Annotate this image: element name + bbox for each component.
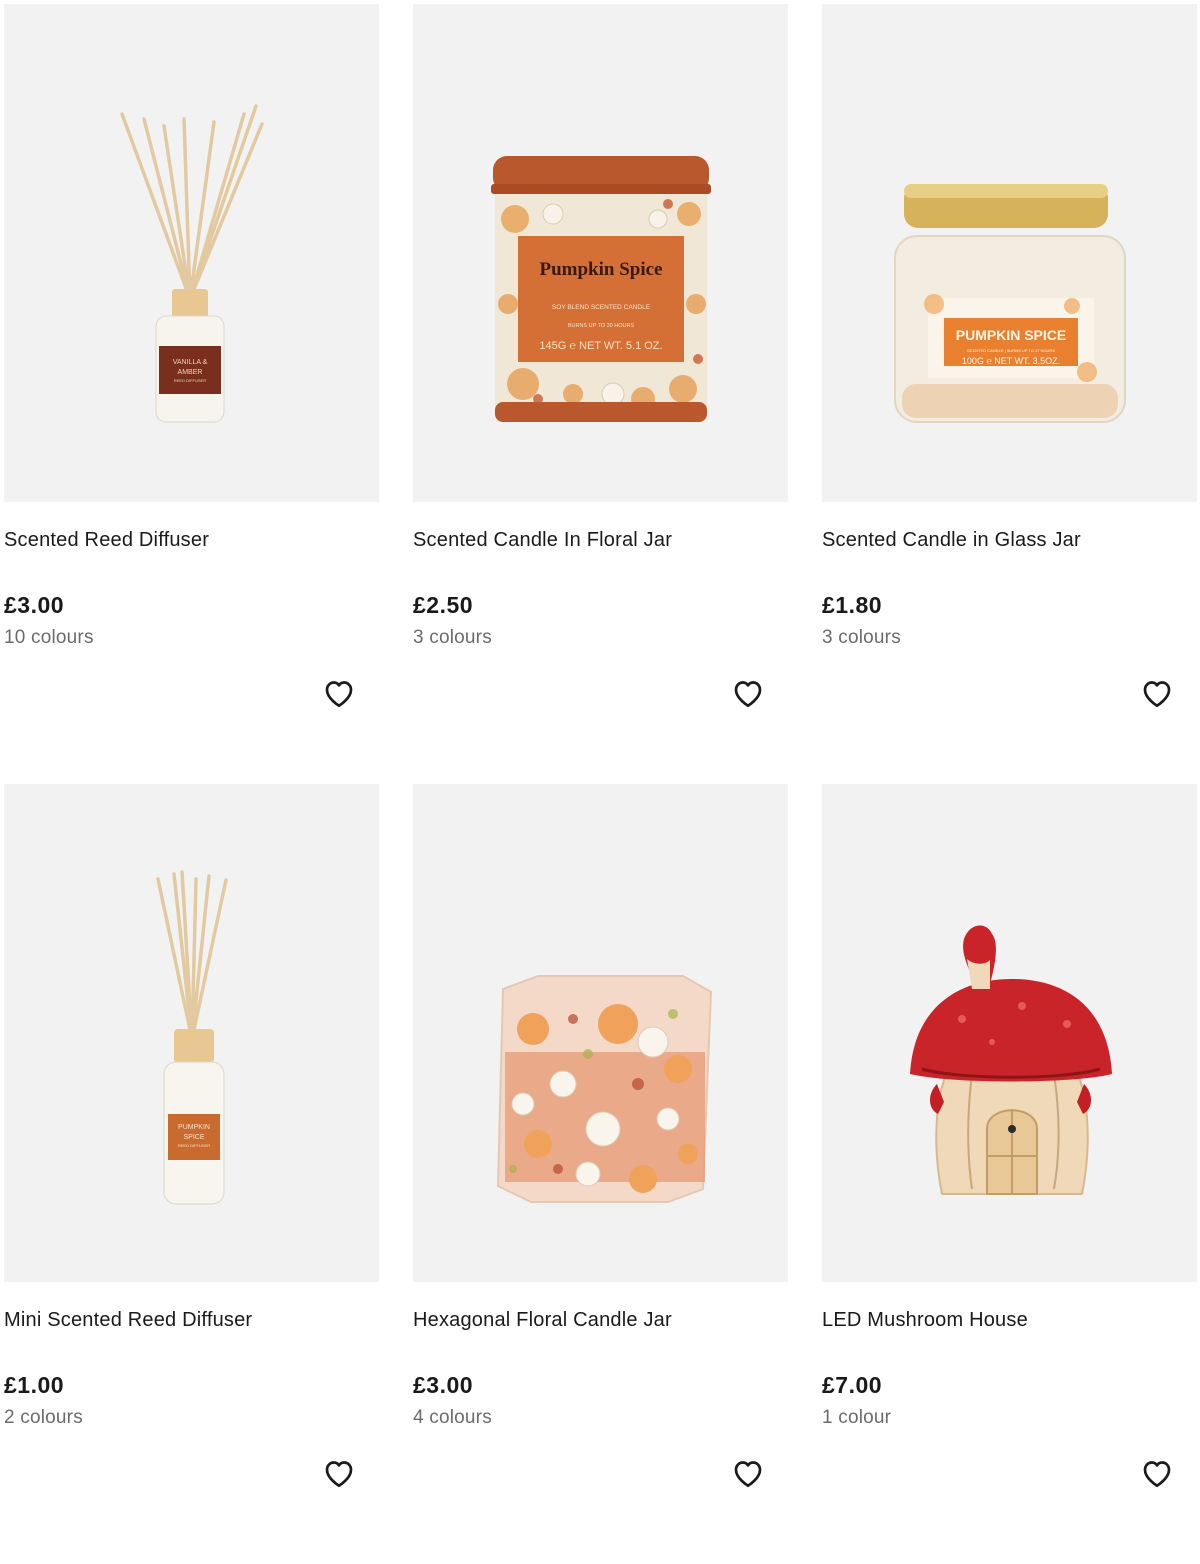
label-line-3: REED DIFFUSER bbox=[178, 1143, 210, 1148]
favourite-button[interactable] bbox=[730, 675, 766, 711]
product-card[interactable]: PUMPKIN SPICE REED DIFFUSER Mini Scented… bbox=[4, 784, 379, 1564]
heart-outline-icon bbox=[734, 681, 762, 708]
product-price: £2.50 bbox=[413, 592, 474, 618]
favourite-button[interactable] bbox=[1139, 1455, 1175, 1491]
product-price: £7.00 bbox=[822, 1372, 883, 1398]
product-name[interactable]: Scented Candle In Floral Jar bbox=[413, 527, 672, 553]
product-name[interactable]: Mini Scented Reed Diffuser bbox=[4, 1307, 252, 1333]
label-weight: 145G ℮ NET WT. 5.1 OZ. bbox=[539, 340, 662, 352]
product-name[interactable]: Scented Reed Diffuser bbox=[4, 527, 209, 553]
product-image-reed-diffuser[interactable]: VANILLA & AMBER REED DIFFUSER bbox=[4, 4, 379, 502]
product-image-mushroom-house[interactable] bbox=[822, 784, 1197, 1282]
product-name[interactable]: Scented Candle in Glass Jar bbox=[822, 527, 1081, 553]
label-subtitle: SCENTED CANDLE | BURNS UP TO 17 HOURS bbox=[967, 348, 1055, 353]
heart-outline-icon bbox=[734, 1461, 762, 1488]
label-subtitle: SOY BLEND SCENTED CANDLE bbox=[552, 304, 651, 311]
product-colours: 1 colour bbox=[822, 1407, 892, 1428]
product-image-tin-candle[interactable]: Pumpkin Spice SOY BLEND SCENTED CANDLE B… bbox=[413, 4, 788, 502]
label-line-2: SPICE bbox=[183, 1134, 204, 1141]
product-colours: 3 colours bbox=[413, 627, 492, 648]
product-price: £3.00 bbox=[4, 592, 65, 618]
product-price: £3.00 bbox=[413, 1372, 474, 1398]
label-line-2: AMBER bbox=[178, 369, 203, 376]
product-colours: 2 colours bbox=[4, 1407, 83, 1428]
product-card[interactable]: VANILLA & AMBER REED DIFFUSER Scented Re… bbox=[4, 4, 379, 784]
product-price: £1.80 bbox=[822, 592, 883, 618]
favourite-button[interactable] bbox=[321, 1455, 357, 1491]
heart-outline-icon bbox=[325, 1461, 353, 1488]
label-line-1: PUMPKIN bbox=[178, 1124, 210, 1131]
heart-outline-icon bbox=[1143, 1461, 1171, 1488]
product-card[interactable]: Hexagonal Floral Candle Jar £3.00 4 colo… bbox=[413, 784, 788, 1564]
heart-outline-icon bbox=[325, 681, 353, 708]
product-name[interactable]: LED Mushroom House bbox=[822, 1307, 1028, 1333]
product-colours: 3 colours bbox=[822, 627, 901, 648]
heart-outline-icon bbox=[1143, 681, 1171, 708]
product-card[interactable]: Pumpkin Spice SOY BLEND SCENTED CANDLE B… bbox=[413, 4, 788, 784]
product-image-glass-jar-candle[interactable]: PUMPKIN SPICE SCENTED CANDLE | BURNS UP … bbox=[822, 4, 1197, 502]
product-grid: VANILLA & AMBER REED DIFFUSER Scented Re… bbox=[4, 4, 1198, 1564]
label-title: PUMPKIN SPICE bbox=[956, 327, 1066, 343]
product-card[interactable]: LED Mushroom House £7.00 1 colour bbox=[822, 784, 1197, 1564]
label-title: Pumpkin Spice bbox=[539, 259, 662, 280]
product-name[interactable]: Hexagonal Floral Candle Jar bbox=[413, 1307, 672, 1333]
label-line-3: REED DIFFUSER bbox=[174, 378, 206, 383]
product-image-hexagonal-candle[interactable] bbox=[413, 784, 788, 1282]
product-colours: 10 colours bbox=[4, 627, 94, 648]
label-weight: 100G ℮ NET WT. 3.5OZ. bbox=[962, 356, 1060, 366]
product-price: £1.00 bbox=[4, 1372, 65, 1398]
label-line-1: VANILLA & bbox=[173, 359, 208, 366]
product-colours: 4 colours bbox=[413, 1407, 492, 1428]
favourite-button[interactable] bbox=[730, 1455, 766, 1491]
product-image-mini-reed-diffuser[interactable]: PUMPKIN SPICE REED DIFFUSER bbox=[4, 784, 379, 1282]
label-burn: BURNS UP TO 30 HOURS bbox=[568, 323, 635, 329]
product-card[interactable]: PUMPKIN SPICE SCENTED CANDLE | BURNS UP … bbox=[822, 4, 1197, 784]
favourite-button[interactable] bbox=[1139, 675, 1175, 711]
favourite-button[interactable] bbox=[321, 675, 357, 711]
